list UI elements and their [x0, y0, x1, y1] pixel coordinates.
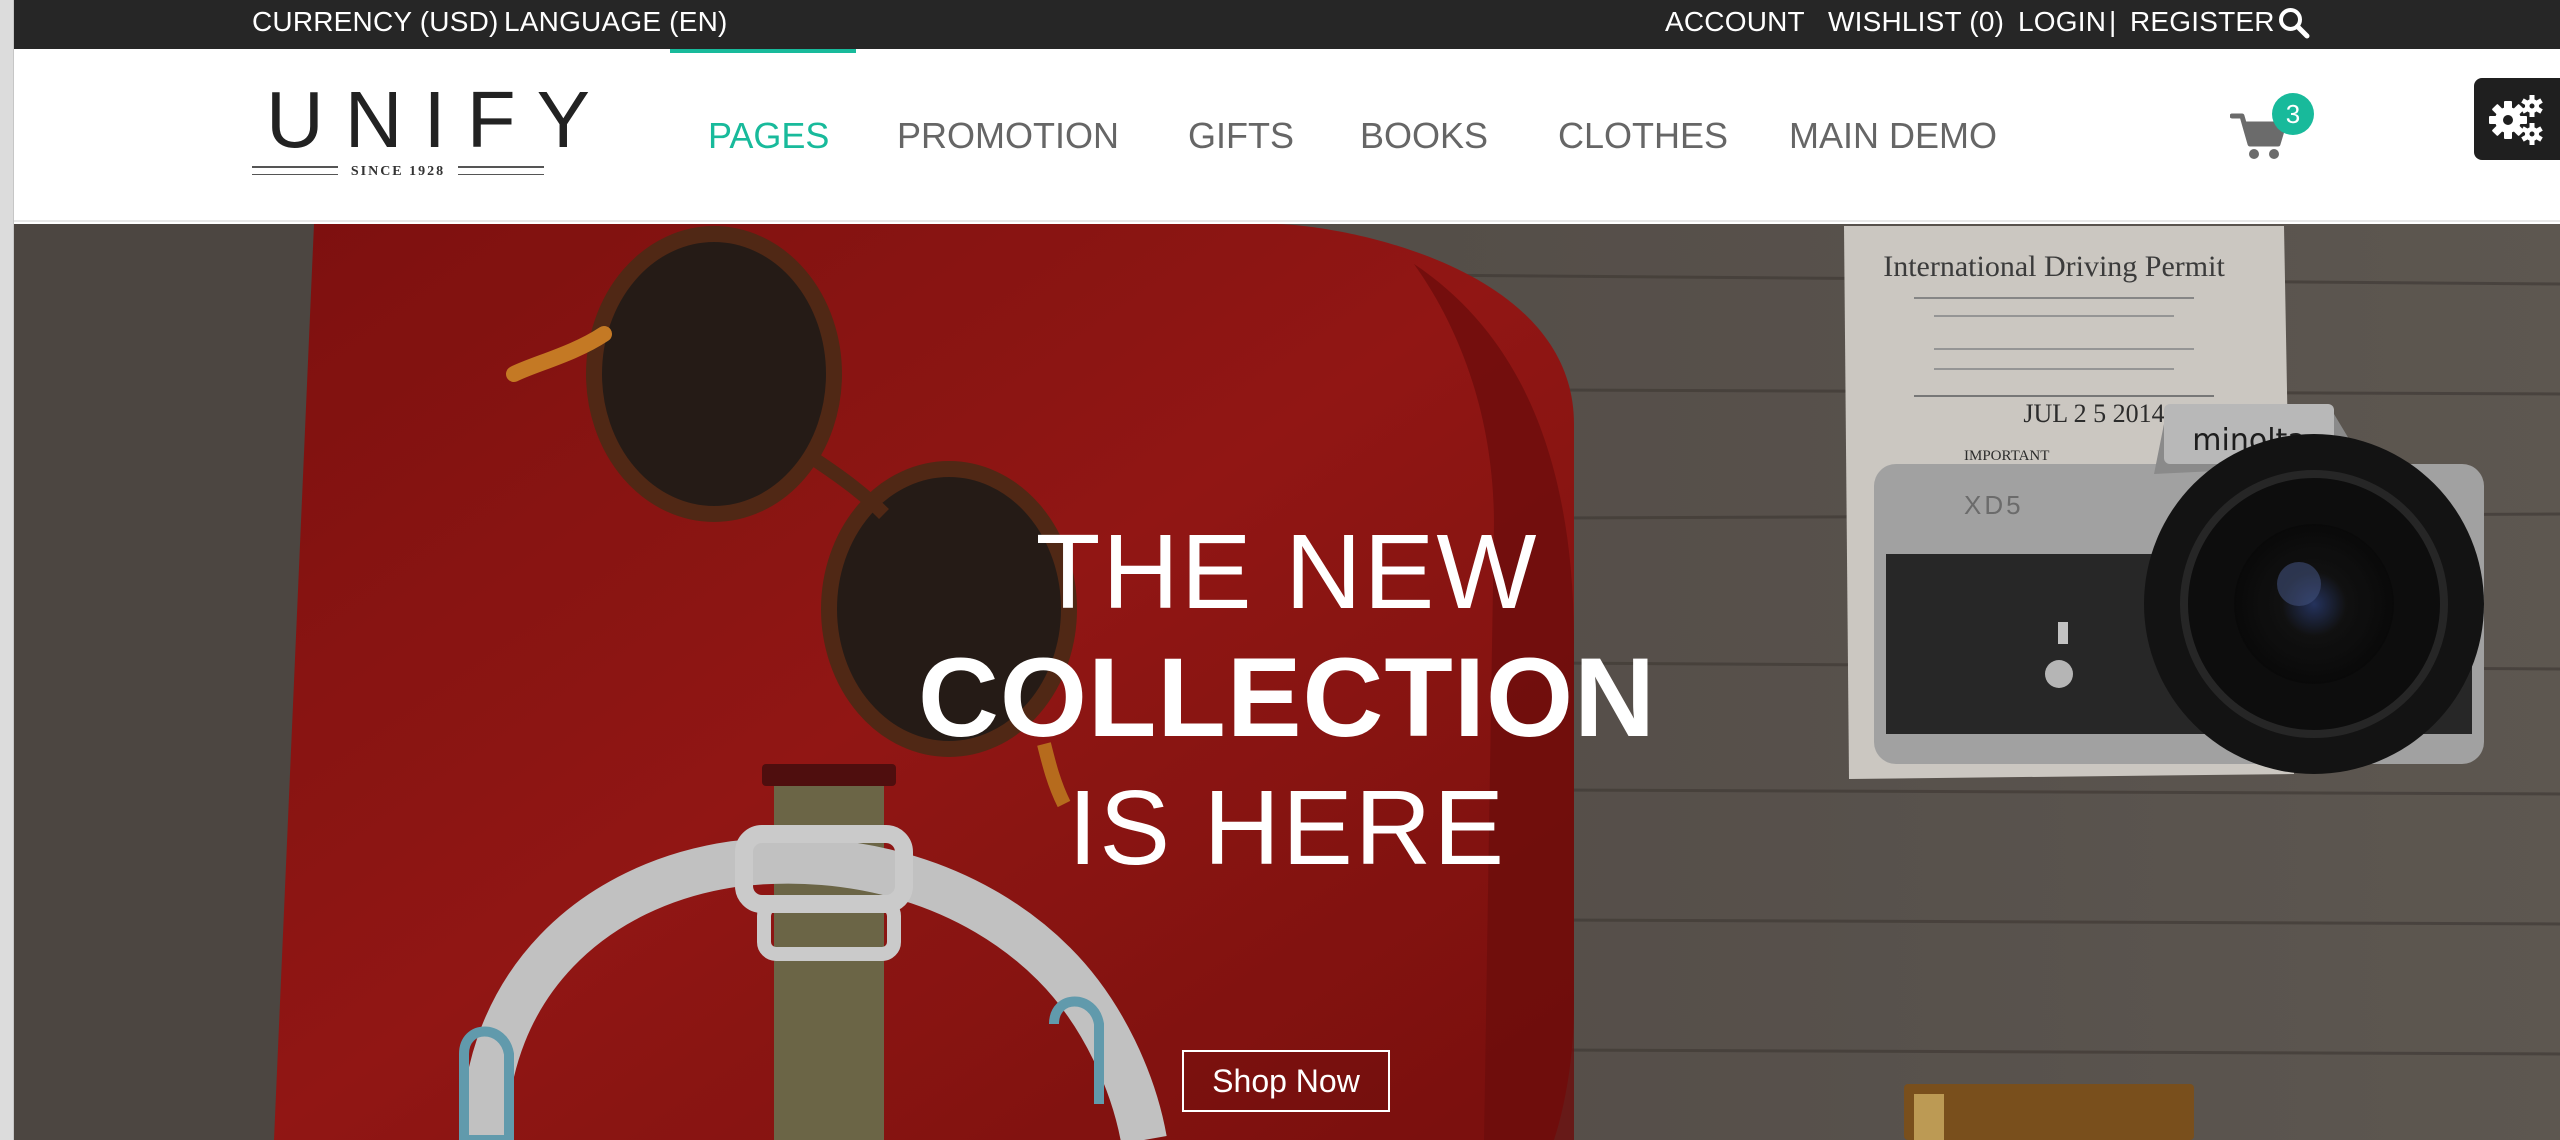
wishlist-link[interactable]: WISHLIST (0) — [1828, 5, 2004, 39]
logo-rule-right-bottom — [458, 174, 544, 175]
nav-item-promotion[interactable]: PROMOTION — [897, 108, 1119, 164]
logo-rule-left-bottom — [252, 174, 338, 175]
gears-icon — [2489, 95, 2543, 145]
settings-panel-toggle[interactable] — [2474, 78, 2560, 160]
nav-item-clothes[interactable]: CLOTHES — [1558, 108, 1728, 164]
account-link[interactable]: ACCOUNT — [1665, 5, 1805, 39]
search-icon[interactable] — [2277, 6, 2311, 40]
nav-item-main-demo[interactable]: MAIN DEMO — [1789, 108, 1997, 164]
unify-logo[interactable]: UNIFY SINCE 1928 — [252, 75, 611, 186]
login-register-separator: | — [2109, 6, 2117, 37]
nav-active-indicator — [670, 49, 856, 53]
nav-item-books[interactable]: BOOKS — [1360, 108, 1488, 164]
hero-headline-line2: COLLECTION — [918, 635, 1656, 760]
nav-item-pages[interactable]: PAGES — [708, 108, 829, 164]
register-link[interactable]: REGISTER — [2130, 5, 2275, 39]
cart-count-badge: 3 — [2272, 93, 2314, 135]
logo-wordmark: UNIFY — [266, 75, 611, 164]
hero-headline-line3: IS HERE — [1067, 769, 1507, 887]
shop-now-button[interactable]: Shop Now — [1182, 1050, 1390, 1112]
window-left-edge — [0, 0, 14, 1140]
hero-headline-line1: THE NEW — [1035, 513, 1539, 631]
logo-rule-right-top — [458, 166, 544, 168]
login-link[interactable]: LOGIN — [2018, 5, 2106, 39]
currency-selector[interactable]: CURRENCY (USD) — [252, 5, 499, 39]
logo-rule-left-top — [252, 166, 338, 168]
language-selector[interactable]: LANGUAGE (EN) — [504, 5, 728, 39]
nav-item-gifts[interactable]: GIFTS — [1188, 108, 1294, 164]
top-bar: CURRENCY (USD) LANGUAGE (EN) ACCOUNT WIS… — [0, 0, 2560, 49]
logo-since: SINCE 1928 — [350, 164, 446, 179]
